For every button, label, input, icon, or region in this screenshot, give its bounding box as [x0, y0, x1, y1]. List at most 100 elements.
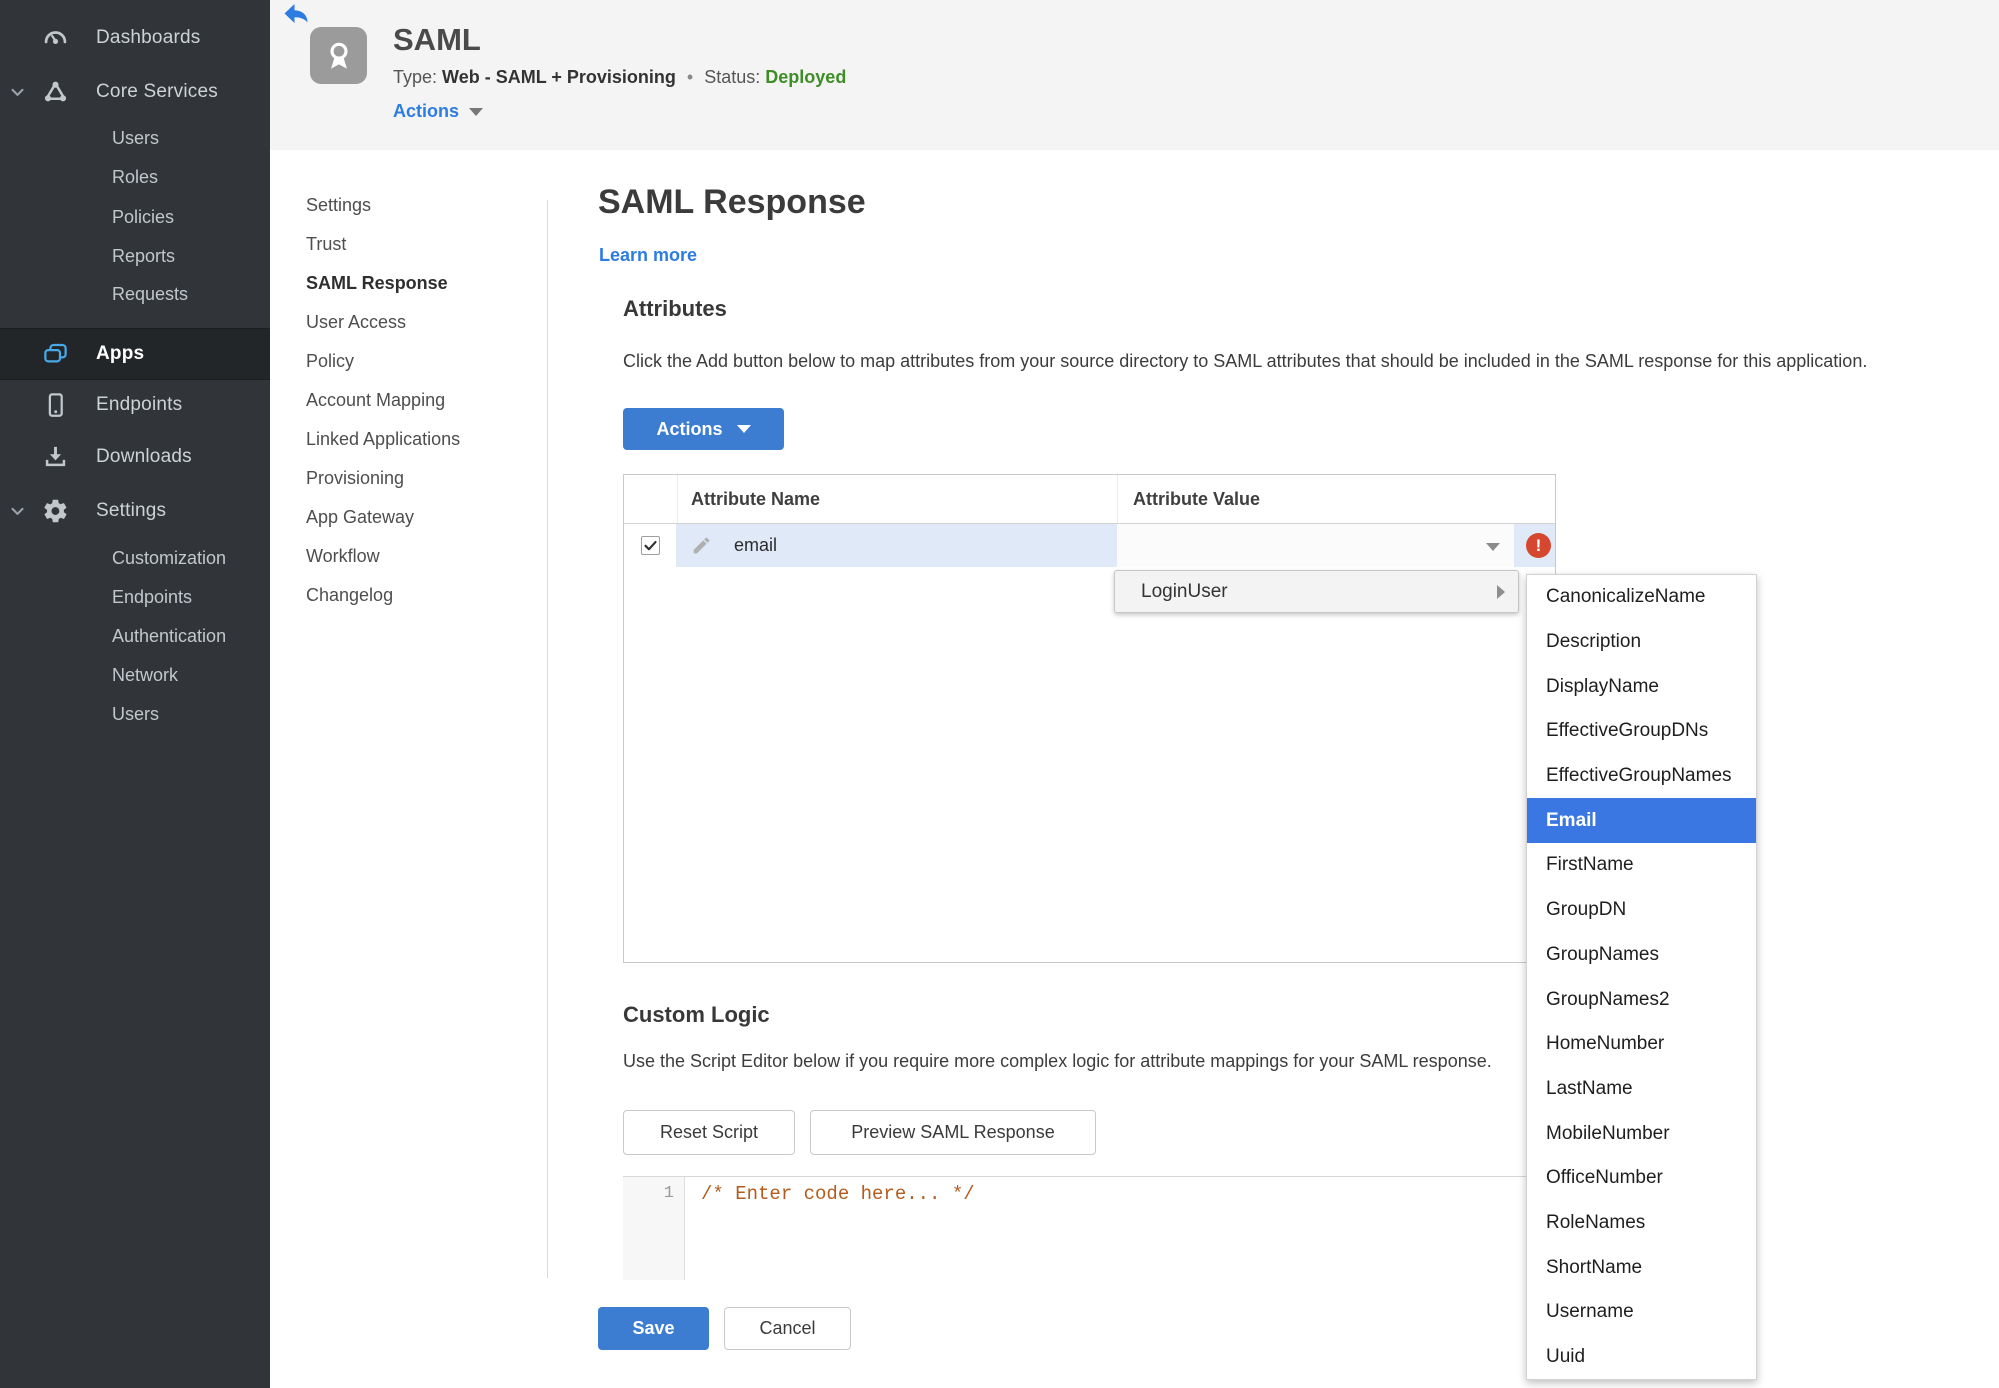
- sidebar-item-label: Settings: [96, 500, 167, 521]
- app-subnav: Settings Trust SAML Response User Access…: [306, 186, 460, 615]
- sidebar-item-core-services[interactable]: Core Services: [0, 65, 270, 119]
- sidebar-item-authentication[interactable]: Authentication: [0, 617, 270, 656]
- reset-script-button[interactable]: Reset Script: [623, 1110, 795, 1155]
- sidebar-item-settings[interactable]: Settings: [0, 484, 270, 538]
- menu-item-label: CanonicalizeName: [1546, 586, 1706, 608]
- chevron-down-icon: [1486, 542, 1500, 551]
- attribute-name-header: Attribute Name: [677, 475, 1117, 523]
- menu-item-mobilenumber[interactable]: MobileNumber: [1527, 1111, 1756, 1156]
- sidebar-item-label: Downloads: [96, 446, 192, 467]
- menu-item-shortname[interactable]: ShortName: [1527, 1245, 1756, 1290]
- tab-policy[interactable]: Policy: [306, 342, 460, 381]
- sidebar-item-label: Authentication: [112, 626, 227, 646]
- attributes-heading: Attributes: [623, 296, 727, 321]
- menu-item-groupnames[interactable]: GroupNames: [1527, 933, 1756, 978]
- sidebar-item-users[interactable]: Users: [0, 119, 270, 158]
- menu-item-label: Description: [1546, 631, 1642, 653]
- menu-item-effectivegroupdns[interactable]: EffectiveGroupDNs: [1527, 709, 1756, 754]
- tab-app-gateway[interactable]: App Gateway: [306, 498, 460, 537]
- sidebar-item-requests[interactable]: Requests: [0, 275, 270, 314]
- row-select-cell: [624, 524, 677, 567]
- menu-item-canonicalizename[interactable]: CanonicalizeName: [1527, 575, 1756, 620]
- check-icon: [643, 541, 657, 551]
- sidebar-item-roles[interactable]: Roles: [0, 158, 270, 197]
- tab-user-access[interactable]: User Access: [306, 303, 460, 342]
- menu-item-label: LastName: [1546, 1077, 1633, 1099]
- back-arrow-icon[interactable]: [283, 3, 309, 25]
- chevron-down-icon: [469, 107, 484, 116]
- menu-item-username[interactable]: Username: [1527, 1290, 1756, 1335]
- tab-linked-applications[interactable]: Linked Applications: [306, 420, 460, 459]
- menu-item-homenumber[interactable]: HomeNumber: [1527, 1022, 1756, 1067]
- menu-item-label: OfficeNumber: [1546, 1167, 1663, 1189]
- tab-changelog[interactable]: Changelog: [306, 576, 460, 615]
- menu-item-label: MobileNumber: [1546, 1122, 1670, 1144]
- tab-label: Changelog: [306, 585, 394, 605]
- sidebar-item-settings-users[interactable]: Users: [0, 695, 270, 734]
- preview-saml-response-button[interactable]: Preview SAML Response: [810, 1110, 1096, 1155]
- row-checkbox[interactable]: [640, 536, 660, 555]
- cancel-button[interactable]: Cancel: [724, 1307, 851, 1350]
- menu-item-uuid[interactable]: Uuid: [1527, 1335, 1756, 1380]
- tab-settings[interactable]: Settings: [306, 186, 460, 225]
- core-services-icon: [42, 79, 69, 106]
- sidebar-item-downloads[interactable]: Downloads: [0, 430, 270, 484]
- actions-button-label: Actions: [656, 418, 723, 439]
- menu-item-groupnames2[interactable]: GroupNames2: [1527, 977, 1756, 1022]
- tab-label: Linked Applications: [306, 429, 461, 449]
- code-comment: /* Enter code here... */: [701, 1183, 975, 1205]
- tab-provisioning[interactable]: Provisioning: [306, 459, 460, 498]
- sidebar-item-label: Roles: [112, 167, 159, 187]
- attributes-description: Click the Add button below to map attrib…: [623, 351, 1868, 371]
- attributes-actions-button[interactable]: Actions: [623, 408, 784, 450]
- tab-label: Settings: [306, 195, 372, 215]
- menu-item-email[interactable]: Email: [1527, 798, 1756, 844]
- tab-label: Workflow: [306, 546, 380, 566]
- menu-item-label: ShortName: [1546, 1256, 1643, 1278]
- download-icon: [42, 444, 69, 471]
- header-actions-menu[interactable]: Actions: [393, 101, 846, 122]
- value-menu-root[interactable]: LoginUser: [1114, 570, 1519, 613]
- menu-item-effectivegroupnames[interactable]: EffectiveGroupNames: [1527, 754, 1756, 799]
- app-window: Dashboards Core Services Users Roles Pol…: [0, 0, 1999, 1388]
- menu-item-firstname[interactable]: FirstName: [1527, 843, 1756, 888]
- status-label: Status:: [704, 67, 761, 87]
- sidebar-item-dashboards[interactable]: Dashboards: [0, 11, 270, 65]
- editor-code-area[interactable]: /* Enter code here... */: [685, 1177, 1556, 1280]
- attribute-value-select[interactable]: [1117, 524, 1514, 567]
- apps-icon: [42, 341, 69, 368]
- sidebar-item-policies[interactable]: Policies: [0, 197, 270, 237]
- menu-item-rolenames[interactable]: RoleNames: [1527, 1201, 1756, 1246]
- tab-saml-response[interactable]: SAML Response: [306, 264, 460, 303]
- menu-item-description[interactable]: Description: [1527, 620, 1756, 665]
- sidebar-item-settings-endpoints[interactable]: Endpoints: [0, 578, 270, 617]
- app-header-text: SAML Type: Web - SAML + Provisioning • S…: [393, 22, 846, 122]
- smartphone-icon: [42, 392, 69, 419]
- sidebar-item-label: Endpoints: [96, 394, 183, 415]
- sidebar-item-label: Users: [112, 704, 160, 724]
- sidebar-item-label: Customization: [112, 547, 227, 568]
- menu-item-displayname[interactable]: DisplayName: [1527, 664, 1756, 709]
- editor-gutter: 1: [623, 1177, 685, 1280]
- attributes-table: Attribute Name Attribute Value email !: [623, 474, 1556, 963]
- learn-more-link[interactable]: Learn more: [599, 245, 697, 266]
- save-button[interactable]: Save: [598, 1307, 709, 1350]
- chevron-down-icon: [9, 503, 26, 520]
- tab-trust[interactable]: Trust: [306, 225, 460, 264]
- attribute-value-header: Attribute Value: [1117, 475, 1555, 523]
- menu-item-groupdn[interactable]: GroupDN: [1527, 888, 1756, 933]
- tab-label: Trust: [306, 234, 347, 254]
- sidebar-item-reports[interactable]: Reports: [0, 237, 270, 275]
- line-number: 1: [663, 1184, 674, 1203]
- tab-label: Account Mapping: [306, 390, 446, 410]
- tab-workflow[interactable]: Workflow: [306, 537, 460, 576]
- sidebar-item-apps[interactable]: Apps: [0, 328, 270, 380]
- menu-item-officenumber[interactable]: OfficeNumber: [1527, 1156, 1756, 1201]
- sidebar-item-endpoints[interactable]: Endpoints: [0, 380, 270, 430]
- pencil-icon[interactable]: [691, 535, 712, 556]
- menu-item-label: RoleNames: [1546, 1211, 1646, 1233]
- sidebar-item-network[interactable]: Network: [0, 656, 270, 695]
- sidebar-item-customization[interactable]: Customization: [0, 538, 270, 578]
- menu-item-lastname[interactable]: LastName: [1527, 1067, 1756, 1112]
- tab-account-mapping[interactable]: Account Mapping: [306, 381, 460, 420]
